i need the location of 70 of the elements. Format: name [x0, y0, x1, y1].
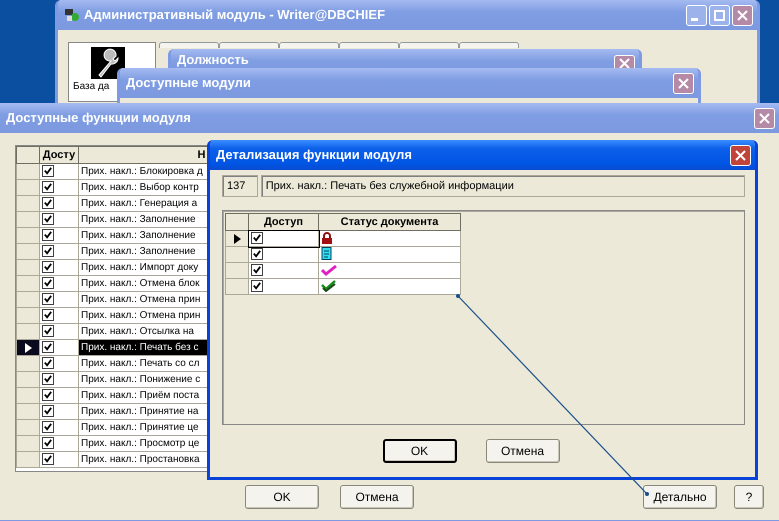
checkbox[interactable] [42, 452, 54, 465]
checkbox[interactable] [42, 228, 54, 241]
checkbox[interactable] [42, 356, 54, 369]
checkbox[interactable] [42, 180, 54, 193]
checkbox[interactable] [42, 212, 54, 225]
window-title: Должность [177, 51, 249, 69]
tab[interactable] [158, 42, 219, 48]
close-button[interactable] [730, 144, 751, 166]
checkbox[interactable] [42, 292, 54, 305]
checkbox[interactable] [42, 276, 54, 289]
column-header [226, 214, 248, 230]
close-icon [759, 112, 770, 124]
checkbox[interactable] [251, 248, 263, 260]
checkbox[interactable] [251, 264, 263, 276]
details-button[interactable]: Детально [643, 485, 717, 509]
checkbox[interactable] [42, 196, 54, 209]
tab[interactable] [458, 42, 519, 48]
tab[interactable] [398, 42, 459, 48]
row-pointer-icon [234, 234, 240, 244]
name-field: Прих. накл.: Печать без служебной информации [260, 175, 745, 197]
tab[interactable] [218, 42, 279, 48]
window-title: Доступные модули [126, 74, 251, 92]
ok-button[interactable]: OK [382, 439, 456, 463]
checkbox[interactable] [42, 244, 54, 257]
cancel-button[interactable]: Отмена [486, 439, 560, 463]
column-header: Статус документа [318, 214, 460, 230]
tab[interactable] [278, 42, 339, 48]
minimize-button[interactable] [686, 4, 707, 26]
minimize-icon [691, 18, 698, 20]
ok-button[interactable]: OK [245, 485, 319, 509]
row-pointer-icon [24, 342, 32, 352]
maximize-button[interactable] [709, 4, 730, 26]
close-icon [619, 58, 630, 68]
checkbox[interactable] [42, 436, 54, 449]
cancel-button[interactable]: Отмена [340, 485, 414, 509]
lock-icon [321, 232, 333, 244]
id-field: 137 [222, 175, 258, 197]
document-icon [321, 247, 333, 260]
close-icon [678, 78, 689, 88]
maximize-icon [714, 10, 725, 20]
wrench-icon [91, 47, 125, 79]
close-icon [737, 10, 748, 20]
column-header [16, 146, 40, 164]
checkbox[interactable] [42, 164, 54, 177]
row-header[interactable] [226, 230, 248, 246]
column-header: Досту [40, 146, 78, 164]
checkbox[interactable] [42, 308, 54, 321]
checkbox[interactable] [42, 372, 54, 385]
panel-label: База да [73, 80, 110, 94]
check-icon [321, 264, 337, 276]
checkbox[interactable] [42, 260, 54, 273]
close-button[interactable] [754, 108, 775, 128]
checkbox[interactable] [42, 340, 54, 353]
row-header[interactable] [16, 340, 40, 356]
double-check-icon [321, 280, 337, 292]
window-title: Доступные функции модуля [6, 109, 191, 128]
window-title: Административный модуль - Writer@DBCHIEF [84, 6, 386, 24]
checkbox[interactable] [42, 404, 54, 417]
close-icon [735, 150, 746, 160]
app-icon [64, 7, 80, 23]
checkbox[interactable] [42, 324, 54, 337]
checkbox[interactable] [251, 280, 263, 292]
tab[interactable] [338, 42, 399, 48]
checkbox[interactable] [251, 232, 263, 244]
close-button[interactable] [673, 72, 694, 94]
close-button[interactable] [732, 4, 753, 26]
checkbox[interactable] [42, 388, 54, 401]
help-button[interactable]: ? [734, 485, 764, 509]
column-header: Доступ [248, 214, 318, 230]
checkbox[interactable] [42, 420, 54, 433]
